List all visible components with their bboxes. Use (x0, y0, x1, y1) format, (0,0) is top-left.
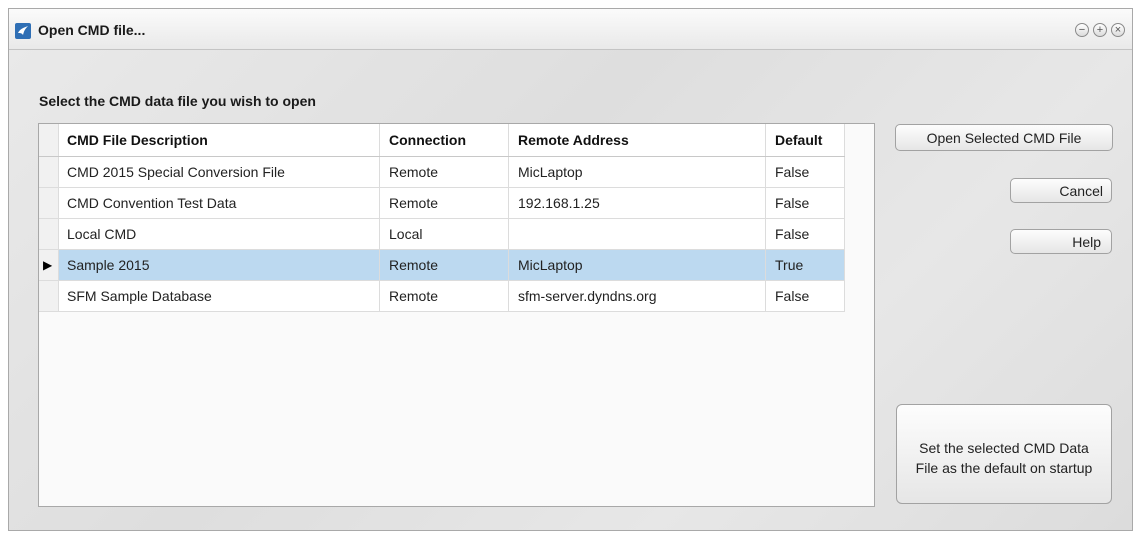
cell-default[interactable]: True (766, 250, 845, 280)
title-bar[interactable]: Open CMD file... − + × (9, 9, 1132, 50)
column-header-connection[interactable]: Connection (380, 124, 509, 156)
triangle-right-icon[interactable]: ▶ (39, 250, 59, 280)
dialog-window: Open CMD file... − + × Select the CMD da… (8, 8, 1133, 531)
cell-connection[interactable]: Remote (380, 188, 509, 218)
cell-remote-address[interactable]: MicLaptop (509, 250, 766, 280)
cell-remote-address[interactable]: sfm-server.dyndns.org (509, 281, 766, 311)
cell-remote-address[interactable]: 192.168.1.25 (509, 188, 766, 218)
column-header-remote-address[interactable]: Remote Address (509, 124, 766, 156)
cell-connection[interactable]: Remote (380, 250, 509, 280)
dialog-body: Select the CMD data file you wish to ope… (9, 50, 1132, 530)
cell-default[interactable]: False (766, 157, 845, 187)
cell-description[interactable]: Sample 2015 (59, 250, 380, 280)
cell-default[interactable]: False (766, 188, 845, 218)
table-row[interactable]: CMD Convention Test Data Remote 192.168.… (39, 188, 845, 219)
cell-remote-address[interactable] (509, 219, 766, 249)
cell-default[interactable]: False (766, 219, 845, 249)
cancel-button[interactable]: Cancel (1010, 178, 1112, 203)
cell-description[interactable]: Local CMD (59, 219, 380, 249)
row-indicator[interactable] (39, 281, 59, 311)
window-title: Open CMD file... (38, 22, 146, 38)
row-header-corner (39, 124, 59, 156)
table-row[interactable]: Local CMD Local False (39, 219, 845, 250)
instruction-label: Select the CMD data file you wish to ope… (39, 93, 316, 109)
row-indicator[interactable] (39, 219, 59, 249)
cmd-file-grid[interactable]: CMD File Description Connection Remote A… (38, 123, 875, 507)
set-default-label-line2: File as the default on startup (915, 460, 1093, 476)
maximize-icon[interactable]: + (1093, 23, 1107, 37)
set-default-button[interactable]: Set the selected CMD Data File as the de… (896, 404, 1112, 504)
cell-connection[interactable]: Remote (380, 281, 509, 311)
column-header-description[interactable]: CMD File Description (59, 124, 380, 156)
cell-description[interactable]: CMD Convention Test Data (59, 188, 380, 218)
table-row[interactable]: CMD 2015 Special Conversion File Remote … (39, 157, 845, 188)
column-header-default[interactable]: Default (766, 124, 845, 156)
minimize-icon[interactable]: − (1075, 23, 1089, 37)
open-selected-button[interactable]: Open Selected CMD File (895, 124, 1113, 151)
cell-default[interactable]: False (766, 281, 845, 311)
row-indicator[interactable] (39, 188, 59, 218)
table-row-selected[interactable]: ▶ Sample 2015 Remote MicLaptop True (39, 250, 845, 281)
table-row[interactable]: SFM Sample Database Remote sfm-server.dy… (39, 281, 845, 312)
cell-connection[interactable]: Remote (380, 157, 509, 187)
close-icon[interactable]: × (1111, 23, 1125, 37)
cell-description[interactable]: SFM Sample Database (59, 281, 380, 311)
grid-header-row: CMD File Description Connection Remote A… (39, 124, 845, 157)
cell-remote-address[interactable]: MicLaptop (509, 157, 766, 187)
row-indicator[interactable] (39, 157, 59, 187)
app-logo-icon (15, 23, 31, 39)
help-button[interactable]: Help (1010, 229, 1112, 254)
cell-connection[interactable]: Local (380, 219, 509, 249)
cell-description[interactable]: CMD 2015 Special Conversion File (59, 157, 380, 187)
set-default-label-line1: Set the selected CMD Data (919, 440, 1089, 456)
